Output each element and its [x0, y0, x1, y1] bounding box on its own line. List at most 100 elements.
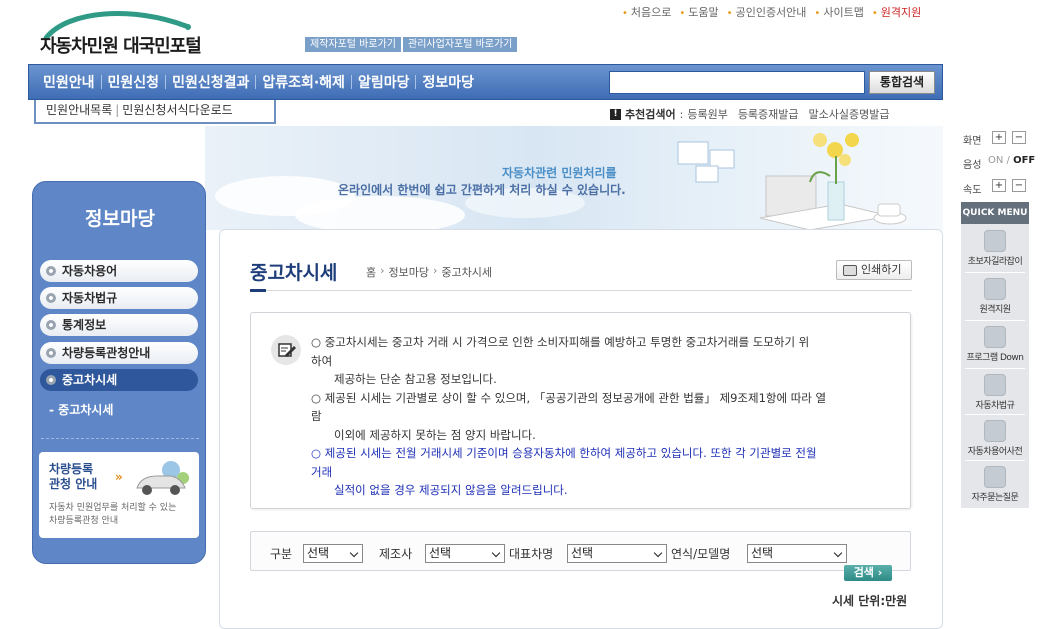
recommend-keyword[interactable]: 등록증재발급: [738, 106, 799, 122]
top-utility-links: • 처음으로 • 도움말 • 공인인증서안내 • 사이트맵 • 원격지원: [622, 4, 921, 20]
voice-on[interactable]: ON: [988, 155, 1003, 166]
sidebar-item-used-car-price[interactable]: 중고차시세: [40, 369, 198, 391]
sidebar-subitem-used-car-price[interactable]: - 중고차시세: [49, 401, 113, 418]
filter-label-year: 연식/모델명: [671, 547, 731, 561]
maker-portal-button[interactable]: 제작자포털 바로가기: [305, 37, 401, 52]
top-link-remote-support[interactable]: • 원격지원: [872, 4, 921, 20]
print-button[interactable]: 인쇄하기: [836, 260, 912, 280]
gnb-seizure[interactable]: 압류조회·해제: [256, 72, 351, 92]
speed-down-button[interactable]: −: [1012, 179, 1026, 192]
quick-car-laws[interactable]: 자동차법규: [961, 370, 1029, 415]
card-title-line-2: 관청 안내: [49, 477, 98, 491]
notice-line: ○ 제공된 시세는 전월 거래시세 기준이며 승용자동차에 한하여 제공하고 있…: [311, 446, 817, 460]
breadcrumb: 홈 › 정보마당 › 중고차시세: [366, 264, 493, 280]
zoom-label: 화면: [963, 136, 982, 147]
gnb-apply-result[interactable]: 민원신청결과: [166, 72, 255, 92]
notice-line: 거래: [311, 464, 333, 479]
site-logo[interactable]: 자동차민원 대국민포털: [38, 8, 228, 57]
filter-label-maker: 제조사: [379, 547, 413, 561]
top-link-help[interactable]: • 도움말: [679, 4, 718, 20]
speed-label: 속도: [963, 185, 982, 196]
card-desc-line-1: 자동차 민원업무를 처리할 수 있는: [49, 503, 177, 513]
price-filter-bar: 구분 선택 제조사 선택 대표차명 선택 연식/모델명 선택: [250, 531, 911, 571]
recommend-keyword[interactable]: 등록원부: [687, 106, 727, 122]
page-title: 중고차시세: [250, 262, 338, 284]
notice-line: 람: [311, 409, 322, 423]
model-select[interactable]: 선택: [567, 544, 667, 563]
voice-off[interactable]: OFF: [1013, 155, 1035, 166]
print-label: 인쇄하기: [861, 263, 902, 276]
breadcrumb-home[interactable]: 홈: [366, 264, 376, 280]
quick-remote-support[interactable]: 원격지원: [961, 274, 1029, 319]
sidebar-item-laws[interactable]: 자동차법규: [40, 287, 198, 309]
notice-line: ○ 중고차시세는 중고차 거래 시 가격으로 인한 소비자피해를 예방하고 투명…: [311, 335, 810, 349]
zoom-in-button[interactable]: +: [992, 131, 1006, 144]
integrated-search-button[interactable]: 통합검색: [869, 71, 935, 94]
printer-icon: [843, 265, 857, 276]
memo-pencil-icon: [271, 335, 301, 365]
gnb-notice[interactable]: 알림마당: [352, 72, 416, 92]
tools-icon: [984, 278, 1006, 300]
filter-label-model: 대표차명: [509, 547, 554, 561]
speed-up-button[interactable]: +: [992, 179, 1006, 192]
year-model-select[interactable]: 선택: [747, 544, 847, 563]
gnb-civil-apply[interactable]: 민원신청: [102, 72, 166, 92]
sidebar-item-terms[interactable]: 자동차용어: [40, 260, 198, 282]
visual-banner: 자동차관련 민원처리를 온라인에서 한번에 쉽고 간편하게 처리 하실 수 있습…: [205, 126, 943, 230]
left-sidebar: 정보마당 자동차용어 자동차법규 통계정보 차량등록관청안내 중고차시세 - 중…: [32, 181, 206, 564]
maker-select[interactable]: 선택: [425, 544, 505, 563]
filter-label-category: 구분: [270, 547, 293, 561]
sidebar-item-statistics[interactable]: 통계정보: [40, 314, 198, 336]
quick-menu-title: QUICK MENU: [961, 202, 1029, 224]
banner-illustration-icon: [677, 133, 907, 230]
search-input[interactable]: [609, 71, 865, 94]
dictionary-icon: [984, 420, 1006, 442]
voice-label: 음성: [963, 160, 982, 171]
quick-beginner-guide[interactable]: 초보자길라잡이: [961, 226, 1029, 271]
notice-box: ○ 중고차시세는 중고차 거래 시 가격으로 인한 소비자피해를 예방하고 투명…: [250, 312, 911, 509]
document-icon: [984, 230, 1006, 252]
registration-office-card[interactable]: 차량등록 관청 안내 » 자동차 민원업무를 처리할 수 있는 차량등록관청 안내: [39, 452, 199, 538]
sidebar-item-registration-office[interactable]: 차량등록관청안내: [40, 342, 198, 364]
sub-tab-form-download[interactable]: 민원신청서식다운로드: [122, 103, 232, 117]
quick-faq[interactable]: 자주묻는질문: [961, 462, 1029, 507]
notice-line: 제공하는 단순 참고용 정보입니다.: [334, 372, 497, 386]
category-select[interactable]: 선택: [303, 544, 363, 563]
zoom-out-button[interactable]: −: [1012, 131, 1026, 144]
search-button[interactable]: 검색 ›: [844, 565, 892, 581]
monitor-icon: [984, 326, 1006, 348]
double-arrow-icon: »: [115, 470, 123, 484]
breadcrumb-info[interactable]: 정보마당: [389, 264, 429, 280]
exclamation-icon: !: [610, 108, 621, 120]
logo-text: 자동차민원 대국민포털: [40, 36, 202, 57]
global-nav: 민원안내 민원신청 민원신청결과 압류조회·해제 알림마당 정보마당 통합검색: [28, 64, 943, 100]
card-desc-line-2: 차량등록관청 안내: [49, 516, 119, 526]
breadcrumb-current: 중고차시세: [441, 266, 493, 279]
sub-tab: 민원안내목록 | 민원신청서식다운로드: [34, 100, 276, 124]
car-icon: [984, 374, 1006, 396]
top-link-sitemap[interactable]: • 사이트맵: [814, 4, 863, 20]
business-portal-button[interactable]: 관리사업자포털 바로가기: [403, 37, 518, 52]
banner-line-2: 온라인에서 한번에 쉽고 간편하게 처리 하실 수 있습니다.: [338, 183, 626, 197]
top-link-home[interactable]: • 처음으로: [622, 4, 671, 20]
recommend-label: 추천검색어: [625, 108, 676, 121]
banner-line-1: 자동차관련 민원처리를: [502, 166, 617, 180]
quick-car-dictionary[interactable]: 자동차용어사전: [961, 416, 1029, 461]
recommended-keywords: ! 추천검색어: 등록원부 등록증재발급 말소사실증명발급: [610, 106, 890, 122]
recommend-keyword[interactable]: 말소사실증명발급: [809, 106, 890, 122]
notice-line: 실적이 없을 경우 제공되지 않음을 알려드립니다.: [334, 483, 568, 497]
notice-line: 하여: [311, 353, 333, 368]
gnb-info[interactable]: 정보마당: [416, 72, 480, 92]
gnb-civil-guide[interactable]: 민원안내: [37, 72, 101, 92]
top-link-certificate[interactable]: • 공인인증서안내: [727, 4, 807, 20]
car-gear-icon: [136, 461, 189, 495]
quick-program-download[interactable]: 프로그램 Down: [961, 322, 1029, 367]
faq-icon: [984, 466, 1006, 488]
quick-menu: QUICK MENU 초보자길라잡이 원격지원 프로그램 Down 자동차법규 …: [961, 202, 1029, 508]
sidebar-title: 정보마당: [85, 208, 155, 230]
price-unit: 시세 단위:만원: [832, 594, 908, 608]
voice-toggle[interactable]: ON / OFF: [988, 155, 1035, 166]
card-title-line-1: 차량등록: [49, 462, 94, 476]
sub-tab-guide-list[interactable]: 민원안내목록: [46, 103, 112, 117]
notice-line: 이외에 제공하지 못하는 점 양지 바랍니다.: [334, 427, 536, 442]
